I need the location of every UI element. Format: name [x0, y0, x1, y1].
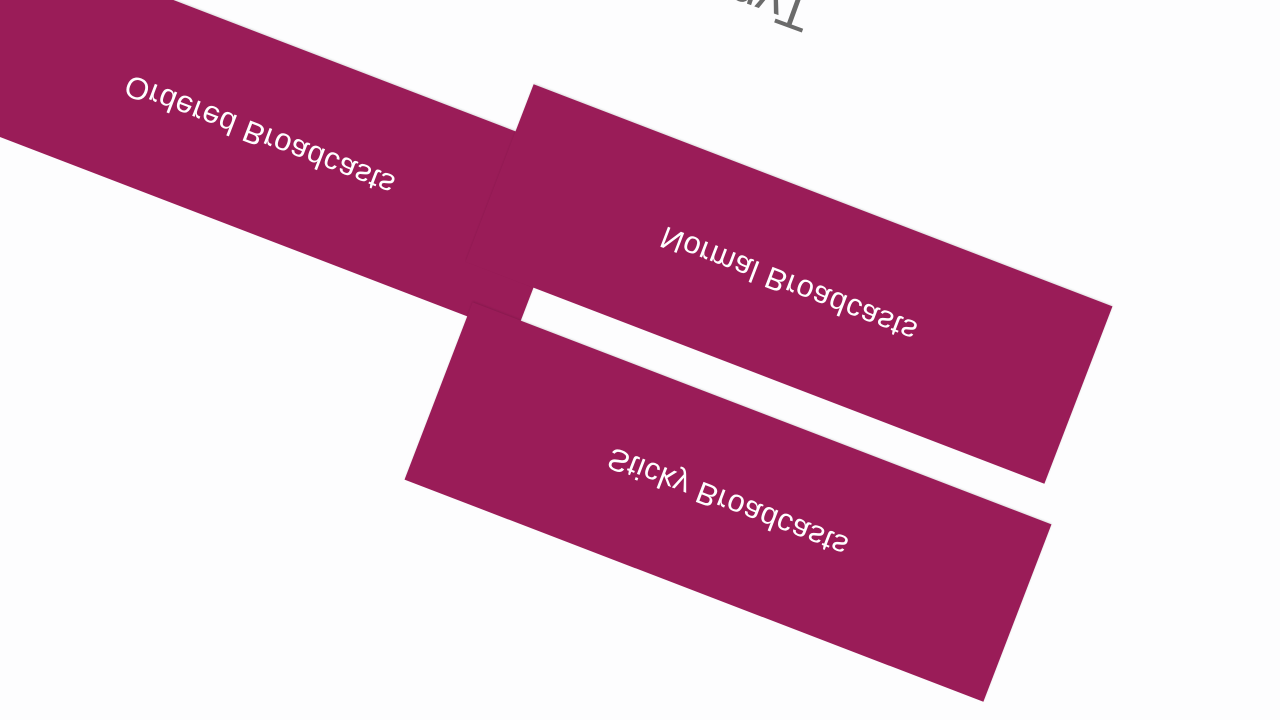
normal-broadcasts-label: Normal Broadcasts: [655, 219, 923, 350]
slide-canvas: Type Ordered Broadcasts Normal Broadcast…: [0, 0, 1280, 720]
ordered-broadcasts-label: Ordered Broadcasts: [119, 67, 400, 204]
sticky-broadcasts-label: Sticky Broadcasts: [602, 440, 854, 565]
slide-heading: Type: [693, 0, 819, 43]
ordered-broadcasts-card[interactable]: Ordered Broadcasts: [0, 0, 584, 335]
